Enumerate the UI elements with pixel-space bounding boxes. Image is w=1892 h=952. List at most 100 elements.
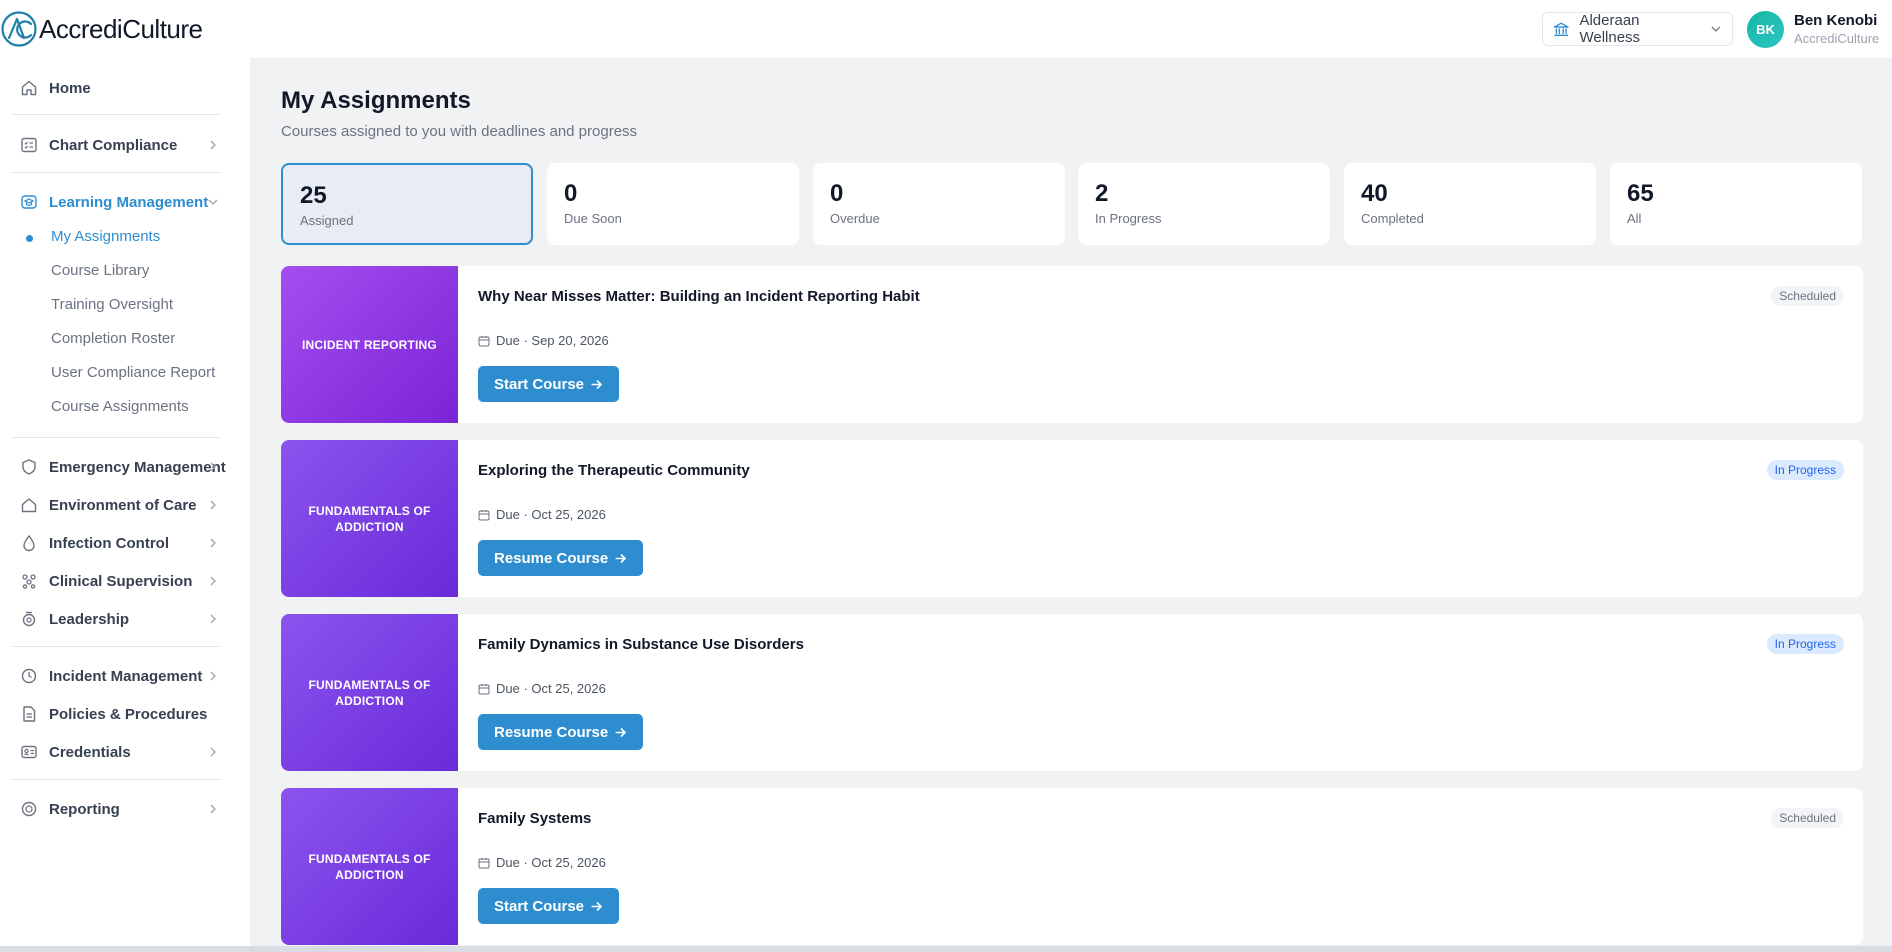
- sidebar-item-clinical-supervision[interactable]: Clinical Supervision: [0, 566, 240, 596]
- course-card: FUNDAMENTALS OF ADDICTION Exploring the …: [281, 440, 1863, 597]
- user-name: Ben Kenobi: [1794, 12, 1878, 29]
- status-badge: Scheduled: [1771, 808, 1844, 828]
- chevron-right-icon: [210, 140, 216, 150]
- calendar-icon: [478, 335, 490, 346]
- sidebar-item-label: Leadership: [49, 610, 130, 628]
- chevron-right-icon: [210, 614, 216, 624]
- droplet-icon: [23, 534, 35, 552]
- stat-value: 2: [1095, 180, 1109, 207]
- course-due: Due · Oct 25, 2026: [478, 855, 606, 870]
- sidebar-item-chart-compliance[interactable]: Chart Compliance: [0, 130, 240, 160]
- sidebar-subitem-completion-roster[interactable]: Completion Roster: [0, 326, 240, 352]
- course-category: INCIDENT REPORTING: [302, 337, 437, 352]
- resume-course-button[interactable]: Resume Course: [478, 540, 644, 576]
- button-label: Start Course: [494, 375, 585, 393]
- course-category: FUNDAMENTALS OF ADDICTION: [308, 503, 431, 534]
- app-name: AccrediCulture: [39, 13, 203, 44]
- course-due: Due · Oct 25, 2026: [478, 507, 606, 522]
- stat-card-due-soon[interactable]: 0 Due Soon: [547, 163, 799, 245]
- stat-label: Overdue: [830, 211, 880, 226]
- chevron-right-icon: [210, 804, 216, 814]
- sidebar-item-infection-control[interactable]: Infection Control: [0, 528, 240, 558]
- stat-card-in-progress[interactable]: 2 In Progress: [1078, 163, 1330, 245]
- sidebar-item-leadership[interactable]: Leadership: [0, 604, 240, 634]
- divider: [11, 172, 221, 173]
- id-card-icon: [21, 745, 37, 759]
- sidebar-item-home[interactable]: Home: [0, 73, 240, 103]
- org-selector[interactable]: Alderaan Wellness: [1542, 12, 1733, 46]
- home-icon: [21, 80, 37, 96]
- stat-card-completed[interactable]: 40 Completed: [1344, 163, 1596, 245]
- course-category: FUNDAMENTALS OF ADDICTION: [308, 677, 431, 708]
- graduation-icon: [21, 195, 37, 209]
- course-due: Due · Sep 20, 2026: [478, 333, 609, 348]
- user-org: AccrediCulture: [1794, 31, 1880, 46]
- stat-value: 65: [1627, 180, 1654, 207]
- sidebar-subitem-label: Course Library: [51, 262, 150, 279]
- course-due: Due · Oct 25, 2026: [478, 681, 606, 696]
- course-due-text: Due · Sep 20, 2026: [496, 333, 609, 348]
- course-title[interactable]: Family Systems: [478, 810, 591, 827]
- sidebar-item-learning-management[interactable]: Learning Management: [0, 187, 240, 217]
- sidebar-item-label: Incident Management: [49, 667, 203, 685]
- sidebar: Home Chart Compliance Learning Managemen…: [0, 58, 250, 952]
- stat-card-overdue[interactable]: 0 Overdue: [813, 163, 1065, 245]
- clock-icon: [21, 668, 37, 684]
- status-badge: Scheduled: [1771, 286, 1844, 306]
- app-logo[interactable]: AccrediCulture: [0, 10, 203, 48]
- sidebar-item-label: Learning Management: [49, 193, 209, 211]
- start-course-button[interactable]: Start Course: [478, 366, 620, 402]
- sidebar-item-policies-procedures[interactable]: Policies & Procedures: [0, 699, 240, 729]
- course-title[interactable]: Why Near Misses Matter: Building an Inci…: [478, 288, 920, 305]
- chevron-right-icon: [210, 576, 216, 586]
- course-thumbnail: FUNDAMENTALS OF ADDICTION: [281, 614, 458, 771]
- calendar-icon: [478, 857, 490, 868]
- button-label: Start Course: [494, 897, 585, 915]
- sidebar-subitem-user-compliance-report[interactable]: User Compliance Report: [0, 360, 240, 386]
- sidebar-item-label: Policies & Procedures: [49, 705, 208, 723]
- button-label: Resume Course: [494, 549, 609, 567]
- course-card: INCIDENT REPORTING Why Near Misses Matte…: [281, 266, 1863, 423]
- stat-label: Due Soon: [564, 211, 622, 226]
- stat-card-assigned[interactable]: 25 Assigned: [281, 163, 533, 245]
- stat-value: 0: [830, 180, 844, 207]
- sidebar-item-label: Clinical Supervision: [49, 572, 193, 590]
- top-bar: AccrediCulture Alderaan Wellness BK Ben …: [0, 0, 1892, 58]
- sidebar-subitem-label: My Assignments: [51, 228, 161, 245]
- resume-course-button[interactable]: Resume Course: [478, 714, 644, 750]
- logo-icon: [1, 11, 37, 47]
- active-dot: [26, 235, 33, 242]
- sidebar-subitem-my-assignments[interactable]: My Assignments: [0, 224, 240, 250]
- document-icon: [23, 706, 36, 722]
- sidebar-item-environment-of-care[interactable]: Environment of Care: [0, 490, 240, 520]
- report-icon: [21, 801, 37, 817]
- badge-icon: [22, 611, 36, 627]
- divider: [11, 779, 221, 780]
- chevron-right-icon: [210, 462, 216, 472]
- divider: [11, 646, 221, 647]
- divider: [11, 437, 221, 438]
- sidebar-subitem-course-library[interactable]: Course Library: [0, 258, 240, 284]
- building-icon: [1553, 22, 1569, 36]
- course-card: FUNDAMENTALS OF ADDICTION Family Systems…: [281, 788, 1863, 945]
- course-title[interactable]: Family Dynamics in Substance Use Disorde…: [478, 636, 804, 653]
- course-category: FUNDAMENTALS OF ADDICTION: [308, 851, 431, 882]
- start-course-button[interactable]: Start Course: [478, 888, 620, 924]
- status-badge: In Progress: [1766, 460, 1844, 480]
- sidebar-item-reporting[interactable]: Reporting: [0, 794, 240, 824]
- sidebar-subitem-course-assignments[interactable]: Course Assignments: [0, 394, 240, 420]
- stat-value: 0: [564, 180, 578, 207]
- sidebar-item-credentials[interactable]: Credentials: [0, 737, 240, 767]
- sidebar-item-incident-management[interactable]: Incident Management: [0, 661, 240, 691]
- arrow-right-icon: [615, 727, 627, 737]
- avatar: BK: [1747, 11, 1784, 48]
- sidebar-item-emergency-management[interactable]: Emergency Management: [0, 452, 240, 482]
- sidebar-subitem-training-oversight[interactable]: Training Oversight: [0, 292, 240, 318]
- page-title: My Assignments: [281, 87, 471, 114]
- course-thumbnail: FUNDAMENTALS OF ADDICTION: [281, 788, 458, 945]
- user-menu[interactable]: BK Ben Kenobi AccrediCulture: [1747, 11, 1879, 48]
- sidebar-item-label: Home: [49, 79, 91, 97]
- arrow-right-icon: [591, 379, 603, 389]
- course-title[interactable]: Exploring the Therapeutic Community: [478, 462, 750, 479]
- stat-card-all[interactable]: 65 All: [1610, 163, 1862, 245]
